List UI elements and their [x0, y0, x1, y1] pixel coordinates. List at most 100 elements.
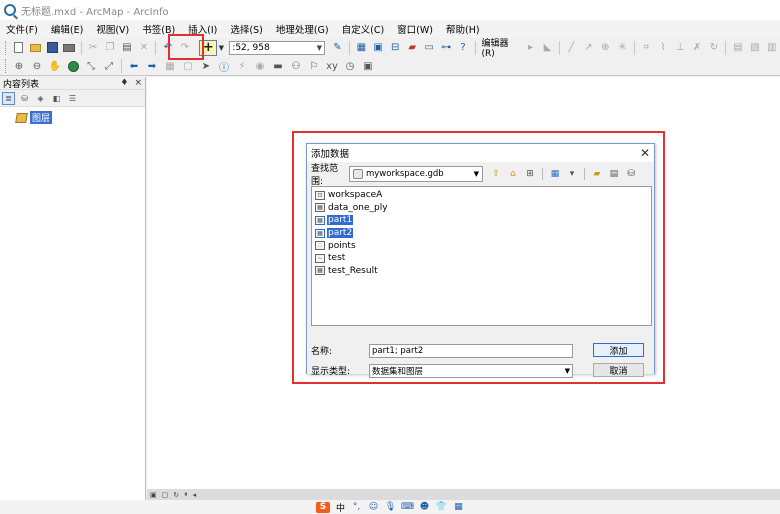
list-item-selected[interactable]: ▦ part2 — [315, 227, 648, 240]
python-window-icon[interactable]: ▭ — [422, 40, 437, 56]
clear-selection-icon[interactable]: ▢ — [180, 58, 196, 74]
list-by-visibility-icon[interactable]: ◈ — [34, 92, 47, 105]
catalog-icon[interactable]: ▣ — [371, 40, 386, 56]
add-button[interactable]: 添加 — [593, 343, 644, 357]
sketch-properties-icon[interactable]: ▧ — [747, 40, 762, 56]
go-to-xy-icon[interactable]: xy — [324, 58, 340, 74]
up-one-level-icon[interactable]: ⇧ — [489, 167, 503, 181]
pan-hand-icon[interactable]: ✋ — [47, 58, 63, 74]
menu-help[interactable]: 帮助(H) — [446, 22, 480, 36]
close-icon[interactable]: ✕ — [640, 146, 650, 160]
menu-edit[interactable]: 编辑(E) — [51, 22, 83, 36]
punctuation-icon[interactable]: °, — [351, 502, 362, 513]
menu-selection[interactable]: 选择(S) — [230, 22, 262, 36]
menu-customize[interactable]: 自定义(C) — [342, 22, 385, 36]
zoom-in-icon[interactable]: ⊕ — [11, 58, 27, 74]
list-item[interactable]: ∴ points — [315, 239, 648, 252]
whats-this-icon[interactable]: ? — [456, 40, 471, 56]
refresh-icon[interactable]: ↻ — [173, 491, 179, 499]
map-scale-combobox[interactable]: :52, 958 ▼ — [229, 40, 325, 55]
menu-view[interactable]: 视图(V) — [96, 22, 129, 36]
menu-windows[interactable]: 窗口(W) — [397, 22, 433, 36]
close-icon[interactable]: × — [134, 78, 142, 88]
name-field[interactable]: part1; part2 — [369, 343, 573, 358]
cut-icon[interactable]: ✂ — [86, 40, 101, 56]
menu-file[interactable]: 文件(F) — [6, 22, 38, 36]
toolbox-icon[interactable]: ▦ — [453, 502, 464, 513]
identify-icon[interactable]: ⓘ — [216, 58, 232, 74]
pause-drawing-icon[interactable]: ⏸ — [184, 490, 188, 499]
data-view-icon[interactable]: ▣ — [150, 491, 157, 499]
layout-view-icon[interactable]: ▢ — [162, 491, 169, 499]
look-in-select[interactable]: myworkspace.gdb ▼ — [349, 165, 483, 182]
delete-item-icon[interactable]: ▤ — [607, 167, 621, 181]
add-data-dropdown-arrow[interactable]: ▼ — [217, 40, 225, 56]
view-dropdown-icon[interactable]: ▾ — [565, 167, 579, 181]
home-icon[interactable]: ⌂ — [506, 167, 520, 181]
model-builder-icon[interactable]: ⊶ — [439, 40, 454, 56]
pin-icon[interactable]: ♦ — [120, 78, 128, 88]
point-tool-icon[interactable]: ⊕ — [598, 40, 613, 56]
list-by-selection-icon[interactable]: ◧ — [50, 92, 63, 105]
microphone-icon[interactable]: 🎙 — [385, 502, 396, 513]
edit-tool-icon[interactable]: ▸ — [523, 40, 538, 56]
ime-mode[interactable]: 中 — [336, 501, 345, 514]
keyboard-icon[interactable]: ⌨ — [401, 502, 414, 513]
cut-polygons-icon[interactable]: ⊥ — [673, 40, 688, 56]
fixed-zoom-in-icon[interactable]: ⤡ — [83, 58, 99, 74]
list-item-selected[interactable]: ▦ part1 — [315, 214, 648, 227]
editor-toolbar-icon[interactable]: ✎ — [330, 40, 345, 56]
fixed-zoom-out-icon[interactable]: ⤢ — [101, 58, 117, 74]
reshape-icon[interactable]: ⌇ — [656, 40, 671, 56]
menu-geoprocessing[interactable]: 地理处理(G) — [276, 22, 329, 36]
html-popup-icon[interactable]: ◉ — [252, 58, 268, 74]
list-item[interactable]: ∼ test — [315, 252, 648, 265]
time-slider-icon[interactable]: ◷ — [342, 58, 358, 74]
create-viewer-window-icon[interactable]: ▣ — [360, 58, 376, 74]
save-icon[interactable] — [45, 40, 60, 56]
measure-icon[interactable]: ▬ — [270, 58, 286, 74]
cancel-button[interactable]: 取消 — [593, 363, 644, 377]
zoom-out-icon[interactable]: ⊖ — [29, 58, 45, 74]
dialog-title-bar[interactable]: 添加数据 ✕ — [307, 144, 654, 162]
new-document-icon[interactable] — [11, 40, 26, 56]
scroll-left-icon[interactable]: ◂ — [193, 491, 197, 499]
connect-folder-icon[interactable]: ⊞ — [523, 167, 537, 181]
delete-icon[interactable]: ✕ — [136, 40, 151, 56]
list-item[interactable]: ▦ data_one_ply — [315, 202, 648, 215]
new-folder-icon[interactable]: ▰ — [590, 167, 604, 181]
forward-extent-icon[interactable]: ➡ — [144, 58, 160, 74]
list-item[interactable]: ▦ test_Result — [315, 265, 648, 278]
user-icon[interactable]: ☻ — [419, 502, 430, 513]
straight-segment-icon[interactable]: ╱ — [564, 40, 579, 56]
skin-icon[interactable]: 👕 — [436, 502, 447, 513]
editor-menu[interactable]: 编辑器(R) — [481, 36, 519, 59]
attributes-icon[interactable]: ▤ — [730, 40, 745, 56]
paste-icon[interactable]: ▤ — [120, 40, 135, 56]
data-frame-layers[interactable]: 图层 — [15, 111, 145, 124]
select-by-graphics-icon[interactable]: ▦ — [162, 58, 178, 74]
open-folder-icon[interactable] — [28, 40, 43, 56]
options-icon[interactable]: ☰ — [66, 92, 79, 105]
full-extent-icon[interactable] — [65, 58, 81, 74]
view-list-icon[interactable]: ▦ — [548, 167, 562, 181]
table-of-contents-icon[interactable]: ▦ — [354, 40, 369, 56]
toolbar-grip[interactable] — [5, 59, 8, 73]
edit-annotation-icon[interactable]: ◣ — [540, 40, 555, 56]
search-window-icon[interactable]: ⊟ — [388, 40, 403, 56]
find-binoculars-icon[interactable]: ⚇ — [288, 58, 304, 74]
create-features-icon[interactable]: ▥ — [764, 40, 779, 56]
find-route-icon[interactable]: ⚐ — [306, 58, 322, 74]
show-type-select[interactable]: 数据集和图层 ▼ — [369, 363, 573, 378]
rotate-icon[interactable]: ↻ — [706, 40, 721, 56]
copy-icon[interactable]: ❐ — [103, 40, 118, 56]
print-icon[interactable] — [62, 40, 77, 56]
list-by-drawing-order-icon[interactable]: ≣ — [2, 91, 15, 105]
ime-logo[interactable]: S — [315, 501, 330, 513]
list-by-source-icon[interactable]: ⛁ — [18, 92, 31, 105]
edit-vertices-icon[interactable]: ⌗ — [639, 40, 654, 56]
endpoint-arc-icon[interactable]: ↗ — [581, 40, 596, 56]
explode-icon[interactable]: ✳ — [615, 40, 630, 56]
file-list[interactable]: ⊡ workspaceA ▦ data_one_ply ▦ part1 ▦ pa… — [311, 186, 652, 326]
arctoolbox-icon[interactable]: ▰ — [405, 40, 420, 56]
